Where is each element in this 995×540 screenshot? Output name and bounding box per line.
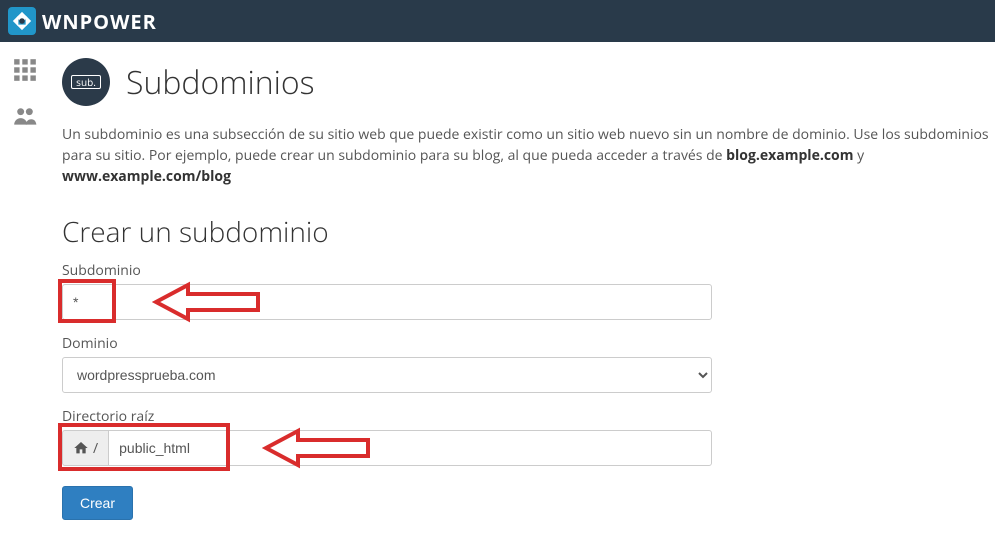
sidebar-item-users[interactable]	[11, 102, 39, 130]
topbar: WNPOWER	[0, 0, 995, 42]
home-icon	[73, 440, 89, 456]
intro-bold-1: blog.example.com	[726, 146, 853, 165]
section-title: Crear un subdominio	[62, 213, 995, 251]
main-content: sub. Subdominios Un subdominio es una su…	[50, 42, 995, 540]
page-icon-label: sub.	[71, 75, 101, 89]
sidebar-item-apps[interactable]	[11, 56, 39, 84]
domain-group: Dominio wordpressprueba.com	[62, 334, 995, 393]
sidebar	[0, 42, 50, 540]
page-title: Subdominios	[126, 61, 315, 104]
docroot-group: Directorio raíz /	[62, 407, 995, 466]
subdomain-group: Subdominio	[62, 261, 995, 320]
domain-label: Dominio	[62, 334, 995, 353]
domain-select[interactable]: wordpressprueba.com	[62, 357, 712, 393]
intro-bold-2: www.example.com/blog	[62, 167, 231, 186]
docroot-prefix: /	[62, 430, 108, 466]
intro-part-2: y	[853, 146, 864, 165]
page-header: sub. Subdominios	[62, 58, 995, 106]
subdomain-input[interactable]	[62, 284, 712, 320]
docroot-slash: /	[93, 439, 98, 458]
docroot-label: Directorio raíz	[62, 407, 995, 426]
brand-icon	[8, 7, 36, 35]
brand-name: WNPOWER	[42, 8, 157, 35]
intro-text: Un subdominio es una subsección de su si…	[62, 124, 995, 187]
subdomain-label: Subdominio	[62, 261, 995, 280]
docroot-input[interactable]	[108, 430, 712, 466]
create-button[interactable]: Crear	[62, 486, 133, 520]
brand-logo[interactable]: WNPOWER	[8, 7, 157, 35]
page-icon: sub.	[62, 58, 110, 106]
